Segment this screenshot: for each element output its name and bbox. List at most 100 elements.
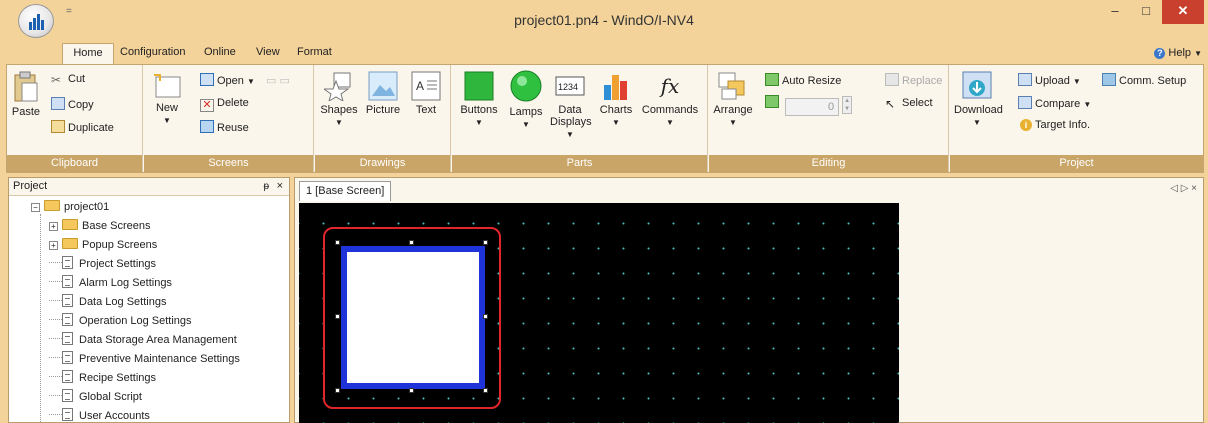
tree-item-user-accounts[interactable]: User Accounts: [49, 407, 150, 423]
copy-button[interactable]: Copy: [51, 97, 94, 111]
tab-view[interactable]: View: [256, 46, 280, 58]
paste-button[interactable]: Paste: [11, 71, 41, 118]
close-button[interactable]: ✕: [1162, 0, 1204, 24]
arrange-button[interactable]: Arrange ▼: [713, 71, 753, 129]
tab-configuration[interactable]: Configuration: [120, 46, 185, 58]
document-icon: [62, 370, 73, 383]
tab-online[interactable]: Online: [204, 46, 236, 58]
tree-item-operation-log-settings[interactable]: Operation Log Settings: [49, 312, 192, 331]
duplicate-button[interactable]: Duplicate: [51, 120, 114, 134]
cut-button[interactable]: ✂ Cut: [51, 73, 85, 87]
delete-screen-button[interactable]: ✕ Delete: [200, 97, 249, 112]
project-panel-header: Project ᵽ ×: [9, 178, 289, 196]
svg-text:A: A: [416, 79, 424, 93]
delete-icon: ✕: [200, 99, 214, 112]
picture-label: Picture: [365, 104, 401, 116]
pin-icon[interactable]: ᵽ: [263, 178, 269, 195]
ribbon-tab-bar: Home Configuration Online View Format ? …: [0, 40, 1208, 65]
resize-handle[interactable]: [335, 388, 340, 393]
tree-item-alarm-log-settings[interactable]: Alarm Log Settings: [49, 274, 172, 293]
auto-resize-icon: [765, 73, 779, 86]
tree-item-global-script[interactable]: Global Script: [49, 388, 142, 407]
replace-label: Replace: [902, 75, 943, 87]
tree-root-project01[interactable]: − project01: [31, 198, 109, 217]
project-panel: Project ᵽ × − project01 + Base Screens + Po…: [8, 177, 290, 423]
resize-handle[interactable]: [483, 314, 488, 319]
charts-button[interactable]: Charts ▼: [596, 71, 636, 129]
resize-handle[interactable]: [409, 240, 414, 245]
tree-item-data-storage-area-management[interactable]: Data Storage Area Management: [49, 331, 237, 350]
spin-arrows[interactable]: ▲ ▼: [842, 96, 853, 114]
document-icon: [62, 408, 73, 421]
tree-item-label: Global Script: [79, 391, 142, 403]
target-info-button[interactable]: i Target Info.: [1020, 119, 1090, 131]
cursor-icon: ↖: [885, 97, 896, 111]
download-label: Download: [954, 104, 1003, 116]
compare-button[interactable]: Compare ▼: [1018, 96, 1091, 110]
open-screen-button[interactable]: Open ▼ ▭ ▭: [200, 73, 290, 87]
charts-label: Charts: [599, 104, 633, 116]
new-screen-button[interactable]: New ▼: [150, 71, 184, 127]
screens-group: New ▼ Open ▼ ▭ ▭ ✕ Delete Reuse Screens: [144, 65, 314, 172]
data-displays-button[interactable]: 1234 Data Displays ▼: [550, 71, 592, 141]
tree-item-base-screens[interactable]: + Base Screens: [49, 217, 150, 236]
fx-icon: fx: [660, 74, 680, 98]
tree-item-popup-screens[interactable]: + Popup Screens: [49, 236, 157, 255]
tab-navigation[interactable]: ◁ ▷ ×: [1170, 183, 1197, 194]
collapse-icon[interactable]: −: [31, 203, 40, 212]
resize-handle[interactable]: [483, 388, 488, 393]
new-label: New: [155, 102, 178, 114]
download-button[interactable]: Download ▼: [954, 71, 1003, 129]
lamps-button[interactable]: Lamps ▼: [506, 69, 546, 131]
resize-handle[interactable]: [335, 240, 340, 245]
cut-label: Cut: [68, 73, 86, 85]
tab-format[interactable]: Format: [297, 46, 332, 58]
select-button[interactable]: ↖ Select: [885, 97, 933, 111]
lamp-icon: [510, 70, 542, 102]
reuse-button[interactable]: Reuse: [200, 120, 249, 134]
help-label: Help: [1168, 47, 1192, 59]
resize-handle[interactable]: [335, 314, 340, 319]
project-group: Download ▼ Upload ▼ Compare ▼ i Target Inf…: [950, 65, 1203, 172]
expand-icon[interactable]: +: [49, 222, 58, 231]
screen-forward-icon[interactable]: ▭: [279, 75, 289, 87]
minimize-button[interactable]: –: [1100, 0, 1130, 24]
tree-item-label: Popup Screens: [82, 239, 158, 251]
svg-text:1234: 1234: [558, 82, 578, 92]
upload-label: Upload: [1035, 75, 1070, 87]
auto-resize-label: Auto Resize: [782, 75, 842, 87]
buttons-button[interactable]: Buttons ▼: [456, 71, 502, 129]
tree-item-recipe-settings[interactable]: Recipe Settings: [49, 369, 156, 388]
compare-icon: [1018, 96, 1032, 109]
tree-item-label: User Accounts: [79, 410, 150, 422]
tree-item-data-log-settings[interactable]: Data Log Settings: [49, 293, 166, 312]
shapes-button[interactable]: Shapes ▼: [319, 71, 359, 129]
document-icon: [62, 294, 73, 307]
title-bar: = project01.pn4 - WindO/I-NV4 – □ ✕: [0, 0, 1208, 40]
commands-button[interactable]: fx Commands ▼: [640, 71, 700, 129]
selected-object[interactable]: [347, 252, 479, 383]
maximize-button[interactable]: □: [1131, 0, 1161, 24]
picture-button[interactable]: Picture: [363, 71, 403, 116]
comm-setup-button[interactable]: Comm. Setup: [1102, 73, 1186, 87]
screen-back-icon[interactable]: ▭: [266, 75, 276, 87]
screen-canvas[interactable]: [299, 203, 899, 423]
auto-resize-button[interactable]: Auto Resize: [765, 73, 841, 87]
open-icon: [200, 73, 214, 86]
help-menu[interactable]: ? Help ▼: [1154, 47, 1202, 59]
text-button[interactable]: A Text: [409, 71, 443, 116]
folder-icon: [62, 219, 78, 230]
resize-handle[interactable]: [483, 240, 488, 245]
rotate-spin-control[interactable]: 0 ▲ ▼: [765, 95, 853, 116]
panel-close-icon[interactable]: ×: [277, 178, 283, 195]
tree-item-preventive-maintenance-settings[interactable]: Preventive Maintenance Settings: [49, 350, 240, 369]
expand-icon[interactable]: +: [49, 241, 58, 250]
tree-item-project-settings[interactable]: Project Settings: [49, 255, 156, 274]
duplicate-icon: [51, 120, 65, 133]
tab-home[interactable]: Home: [62, 43, 114, 65]
spin-value-field[interactable]: 0: [785, 98, 840, 116]
resize-handle[interactable]: [409, 388, 414, 393]
upload-button[interactable]: Upload ▼: [1018, 73, 1081, 87]
replace-button[interactable]: Replace: [885, 73, 942, 87]
tab-base-screen[interactable]: 1 [Base Screen]: [299, 181, 392, 201]
